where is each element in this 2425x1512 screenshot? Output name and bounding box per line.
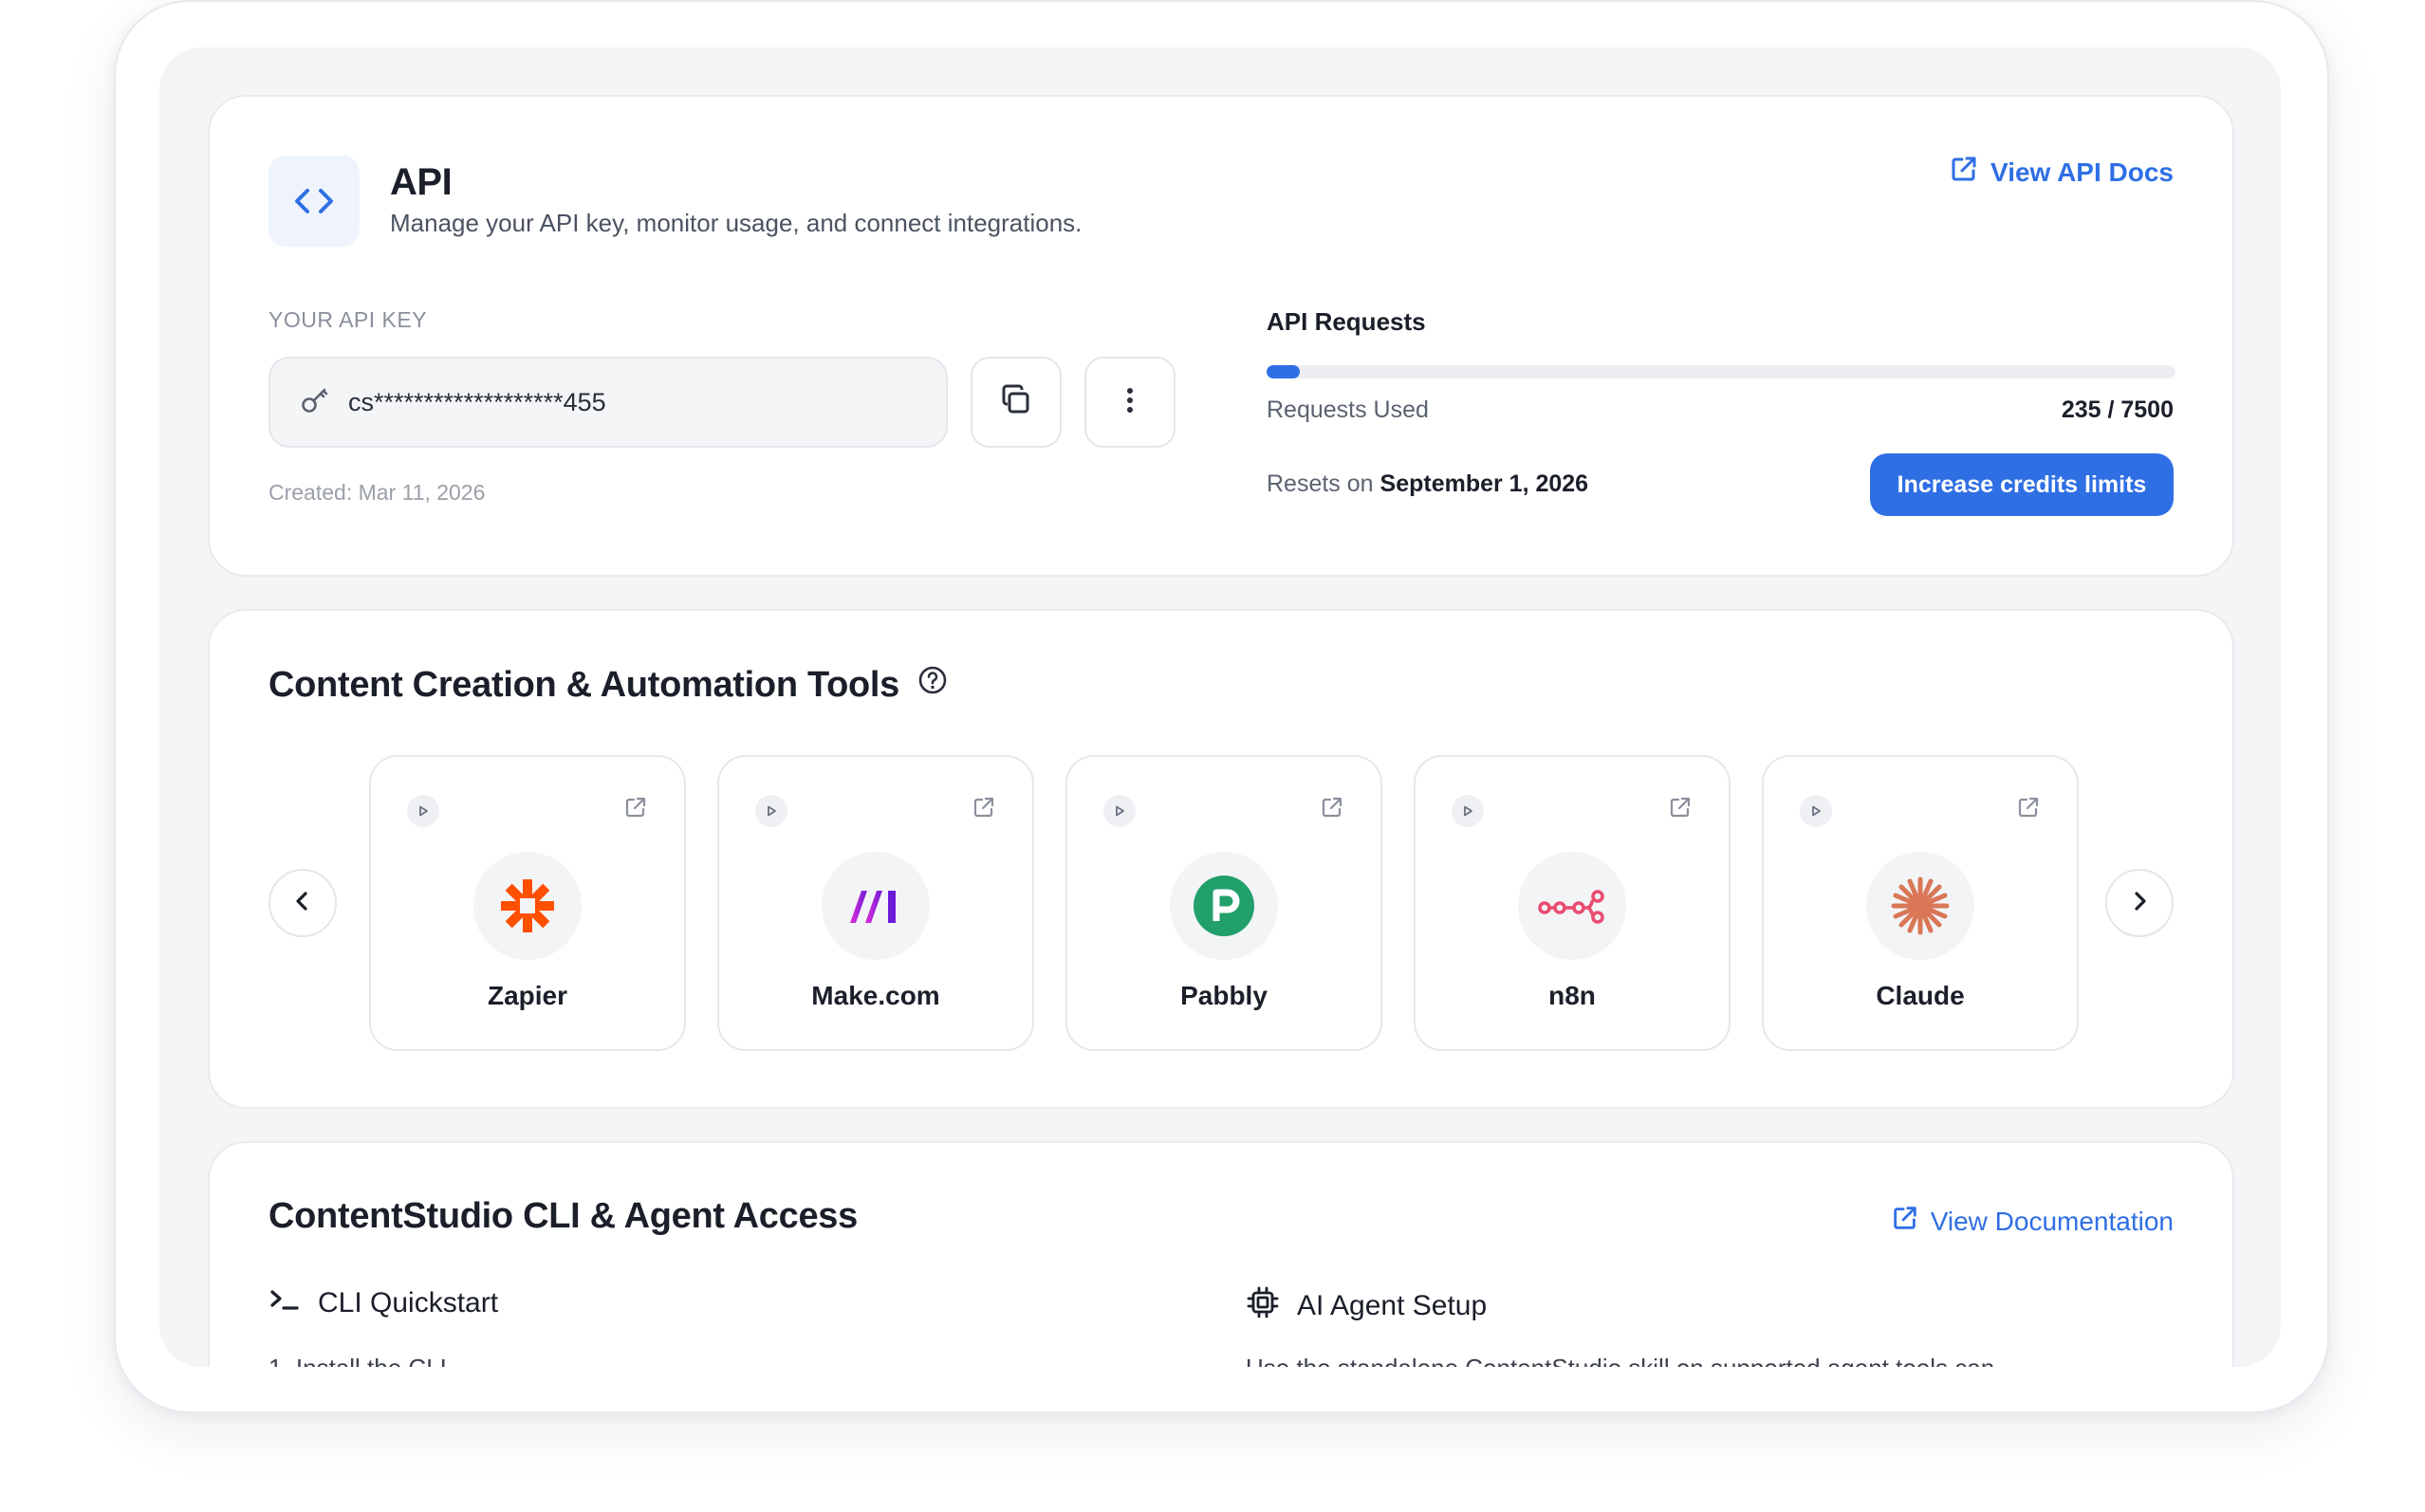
ai-agent-text: Use the standalone ContentStudio skill o… (1246, 1354, 1994, 1367)
external-link-icon (1949, 154, 1979, 191)
cli-quickstart-heading: CLI Quickstart (268, 1285, 498, 1321)
tools-card: Content Creation & Automation Tools Zapi… (208, 609, 2234, 1109)
resets-date: September 1, 2026 (1379, 470, 1589, 497)
tools-section-title: Content Creation & Automation Tools (268, 664, 949, 706)
external-link-icon[interactable] (623, 795, 648, 824)
cli-card: ContentStudio CLI & Agent Access View Do… (208, 1141, 2234, 1367)
zapier-logo-icon (473, 852, 582, 960)
chevron-right-icon (2127, 889, 2152, 918)
play-icon[interactable] (1103, 795, 1136, 827)
view-documentation-label: View Documentation (1930, 1206, 2174, 1236)
requests-count: 235 / 7500 (2061, 396, 2174, 423)
cli-section-title: ContentStudio CLI & Agent Access (268, 1196, 858, 1236)
external-link-icon[interactable] (1668, 795, 1693, 824)
external-link-icon (1891, 1204, 1919, 1239)
play-icon[interactable] (755, 795, 787, 827)
resets-prefix: Resets on (1267, 470, 1374, 497)
resets-text: Resets on September 1, 2026 (1267, 470, 1588, 498)
api-key-value: cs*******************455 (348, 387, 606, 416)
claude-logo-icon (1866, 852, 1974, 960)
ai-agent-setup-heading: AI Agent Setup (1246, 1285, 1487, 1327)
copy-key-button[interactable] (971, 357, 1062, 448)
code-icon (268, 156, 360, 247)
cli-quickstart-label: CLI Quickstart (318, 1287, 499, 1318)
view-api-docs-link[interactable]: View API Docs (1949, 154, 2174, 191)
tool-name: Claude (1876, 981, 1965, 1010)
page-title: API (390, 161, 453, 203)
help-icon[interactable] (916, 664, 949, 706)
more-vertical-icon (1124, 384, 1136, 421)
play-icon[interactable] (1452, 795, 1484, 827)
requests-progress-fill (1267, 365, 1301, 378)
tools-section-title-text: Content Creation & Automation Tools (268, 664, 900, 705)
play-icon[interactable] (1800, 795, 1832, 827)
external-link-icon[interactable] (972, 795, 996, 824)
api-card: API Manage your API key, monitor usage, … (208, 95, 2234, 577)
view-documentation-link[interactable]: View Documentation (1891, 1204, 2174, 1239)
cli-step-text: 1. Install the CLI (268, 1354, 447, 1367)
carousel-prev-button[interactable] (268, 869, 337, 937)
external-link-icon[interactable] (2016, 795, 2041, 824)
play-icon[interactable] (407, 795, 439, 827)
page-subtitle: Manage your API key, monitor usage, and … (390, 209, 1083, 237)
view-api-docs-label: View API Docs (1990, 157, 2174, 187)
tool-card-pabbly[interactable]: Pabbly (1065, 755, 1382, 1051)
tool-card-make[interactable]: Make.com (717, 755, 1034, 1051)
external-link-icon[interactable] (1320, 795, 1344, 824)
make-logo-icon (822, 852, 930, 960)
terminal-icon (268, 1285, 301, 1321)
chip-icon (1246, 1285, 1280, 1327)
tool-name: Make.com (811, 981, 940, 1010)
api-key-label: YOUR API KEY (268, 307, 428, 332)
page-canvas: API Manage your API key, monitor usage, … (159, 47, 2281, 1367)
tool-card-claude[interactable]: Claude (1762, 755, 2079, 1051)
more-options-button[interactable] (1084, 357, 1175, 448)
tool-card-n8n[interactable]: n8n (1414, 755, 1731, 1051)
pabbly-logo-icon (1170, 852, 1278, 960)
api-key-field[interactable]: cs*******************455 (268, 357, 948, 448)
key-icon (299, 384, 331, 421)
ai-agent-setup-label: AI Agent Setup (1297, 1290, 1488, 1321)
requests-used-label: Requests Used (1267, 396, 1429, 423)
api-requests-title: API Requests (1267, 307, 1426, 336)
copy-icon (997, 381, 1035, 424)
increase-credits-button[interactable]: Increase credits limits (1870, 453, 2174, 516)
n8n-logo-icon (1518, 852, 1626, 960)
api-key-created-date: Created: Mar 11, 2026 (268, 480, 486, 505)
carousel-next-button[interactable] (2105, 869, 2174, 937)
chevron-left-icon (290, 889, 315, 918)
tool-name: Pabbly (1180, 981, 1268, 1010)
tool-name: Zapier (487, 981, 568, 1010)
tools-carousel: Zapier Make.com Pabbly n8n Claude (369, 755, 2079, 1051)
tool-name: n8n (1548, 981, 1596, 1010)
requests-progress-bar (1267, 365, 2175, 378)
tool-card-zapier[interactable]: Zapier (369, 755, 686, 1051)
